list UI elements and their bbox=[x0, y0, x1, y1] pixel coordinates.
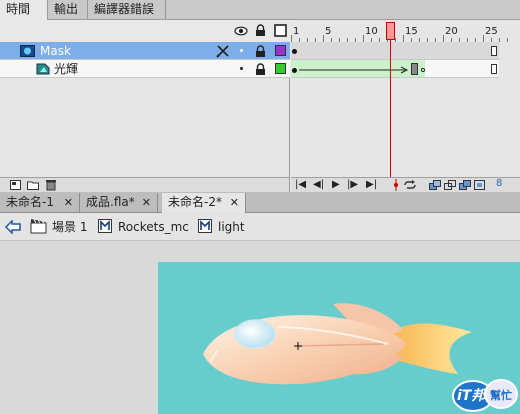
scene-icon bbox=[30, 219, 47, 234]
frame-number-indicator: 8 bbox=[496, 178, 503, 189]
masked-layer-icon bbox=[36, 63, 50, 75]
frame-number-label: 10 bbox=[365, 26, 378, 37]
breadcrumb-scene[interactable]: 場景 1 bbox=[52, 219, 87, 235]
end-frame-marker[interactable] bbox=[491, 46, 497, 56]
watermark-subtext: 幫忙 bbox=[490, 389, 512, 402]
back-arrow-icon[interactable] bbox=[5, 220, 21, 234]
visibility-dot[interactable] bbox=[240, 49, 243, 52]
layer-toolbar bbox=[0, 177, 290, 192]
visibility-dot[interactable] bbox=[240, 67, 243, 70]
trash-icon[interactable] bbox=[46, 179, 56, 191]
close-icon[interactable]: ✕ bbox=[142, 193, 151, 212]
motion-tween-arrow bbox=[299, 66, 409, 74]
onion-skin-outlines-icon[interactable] bbox=[444, 180, 456, 190]
lock-icon[interactable] bbox=[255, 63, 266, 76]
modify-onion-markers-icon[interactable] bbox=[474, 180, 485, 190]
pencil-icon bbox=[216, 45, 229, 58]
layer-color-swatch[interactable] bbox=[275, 45, 286, 56]
new-layer-icon[interactable] bbox=[10, 180, 21, 190]
frame-number-label: 20 bbox=[445, 26, 458, 37]
step-back-icon[interactable]: ◀| bbox=[313, 179, 324, 190]
doc-tab-untitled-2[interactable]: 未命名-2* ✕ bbox=[162, 193, 246, 213]
frame-number-label: 25 bbox=[485, 26, 498, 37]
doc-tab-label: 未命名-2* bbox=[168, 195, 222, 209]
go-to-first-frame-icon[interactable]: |◀ bbox=[295, 179, 306, 190]
layers-header bbox=[0, 20, 290, 42]
tab-compiler-errors[interactable]: 編譯器錯誤 bbox=[88, 0, 166, 20]
keyframe[interactable] bbox=[292, 49, 297, 54]
layer-row-mask[interactable]: Mask bbox=[0, 42, 290, 60]
movieclip-icon bbox=[98, 219, 112, 233]
new-folder-icon[interactable] bbox=[27, 180, 39, 190]
watermark-logo: iT邦 幫忙 bbox=[451, 376, 519, 414]
frame-ruler[interactable]: 1 5 10 15 20 25 bbox=[291, 20, 520, 42]
loop-icon[interactable] bbox=[403, 180, 417, 190]
playhead[interactable] bbox=[386, 22, 395, 40]
frame-number-label: 1 bbox=[293, 26, 299, 37]
doc-tab-label: 成品.fla* bbox=[86, 195, 135, 209]
empty-keyframe[interactable] bbox=[421, 68, 425, 72]
end-frame-marker[interactable] bbox=[491, 64, 497, 74]
tab-output[interactable]: 輸出 bbox=[48, 0, 88, 20]
mask-layer-icon bbox=[20, 45, 35, 57]
layer-color-swatch[interactable] bbox=[275, 63, 286, 74]
panel-tab-bar: 時間軸 輸出 編譯器錯誤 bbox=[0, 0, 520, 35]
doc-tab-label: 未命名-1 bbox=[6, 195, 54, 209]
doc-tab-untitled-1[interactable]: 未命名-1 ✕ bbox=[0, 193, 80, 213]
frame-area[interactable]: 1 5 10 15 20 25 bbox=[291, 20, 520, 212]
layer-list: Mask 光輝 bbox=[0, 42, 290, 177]
close-icon[interactable]: ✕ bbox=[230, 193, 239, 212]
lock-icon[interactable] bbox=[255, 45, 266, 58]
tab-timeline[interactable]: 時間軸 bbox=[0, 0, 48, 35]
onion-skin-icon[interactable] bbox=[429, 180, 441, 190]
play-icon[interactable]: ▶ bbox=[332, 179, 340, 190]
watermark-text: iT邦 bbox=[457, 388, 486, 404]
close-icon[interactable]: ✕ bbox=[64, 193, 73, 212]
keyframe[interactable] bbox=[411, 63, 418, 75]
center-frame-icon[interactable] bbox=[392, 179, 400, 191]
outline-icon[interactable] bbox=[274, 24, 287, 37]
document-tab-bar: 未命名-1 ✕ 成品.fla* ✕ 未命名-2* ✕ bbox=[0, 192, 520, 213]
breadcrumb: 場景 1 Rockets_mc light bbox=[0, 213, 520, 241]
edit-multiple-frames-icon[interactable] bbox=[459, 180, 471, 190]
layer-row-glow[interactable]: 光輝 bbox=[0, 60, 290, 78]
movieclip-icon bbox=[198, 219, 212, 233]
frame-toolbar: |◀ ◀| ▶ |▶ ▶| 8 bbox=[291, 177, 520, 192]
frame-row-mask[interactable] bbox=[291, 42, 499, 60]
step-forward-icon[interactable]: |▶ bbox=[347, 179, 358, 190]
doc-tab-finished-fla[interactable]: 成品.fla* ✕ bbox=[80, 193, 158, 213]
breadcrumb-rockets-mc[interactable]: Rockets_mc bbox=[118, 219, 189, 235]
layer-name-mask: Mask bbox=[40, 44, 71, 58]
breadcrumb-light[interactable]: light bbox=[218, 219, 245, 235]
lock-icon[interactable] bbox=[255, 24, 266, 37]
layer-name-glow: 光輝 bbox=[54, 62, 79, 76]
eye-icon[interactable] bbox=[234, 25, 248, 37]
frame-number-label: 5 bbox=[325, 26, 331, 37]
frame-row-glow[interactable] bbox=[291, 60, 499, 78]
frame-number-label: 15 bbox=[405, 26, 418, 37]
go-to-last-frame-icon[interactable]: ▶| bbox=[366, 179, 377, 190]
